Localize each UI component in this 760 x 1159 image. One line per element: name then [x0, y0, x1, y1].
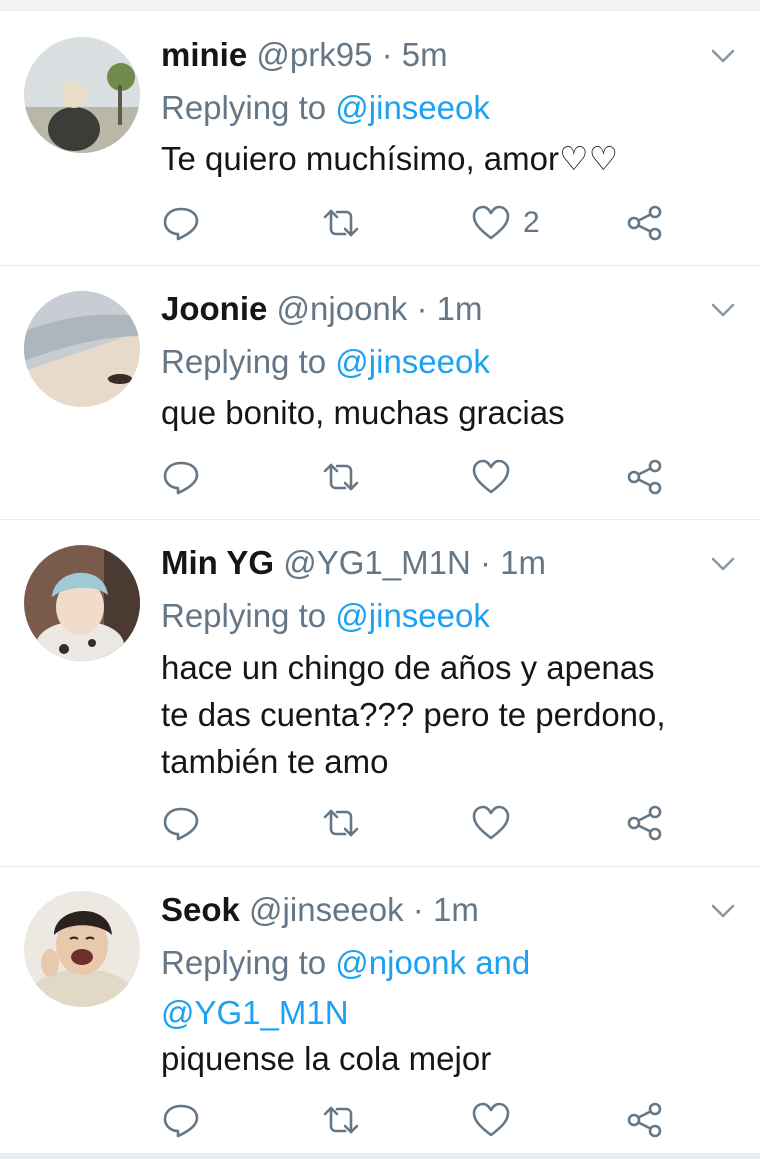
timestamp[interactable]: 1m: [433, 891, 479, 928]
tweet-text-line: te das cuenta??? pero te perdono,: [161, 696, 666, 733]
caret-down-icon[interactable]: [706, 293, 740, 327]
retweet-icon: [323, 809, 359, 837]
share-button[interactable]: [625, 801, 665, 845]
replying-to: Replying to @jinseeok: [161, 591, 721, 641]
timestamp[interactable]: 5m: [402, 36, 448, 73]
tweet-text: Te quiero muchísimo, amor♡♡: [161, 140, 619, 177]
tweet-seok[interactable]: Seok @jinseeok · 1m Replying to @njoonk …: [0, 867, 760, 1153]
reply-button[interactable]: [161, 201, 201, 245]
tweet-text: que bonito, muchas gracias: [161, 394, 565, 431]
top-divider: [0, 0, 760, 11]
display-name[interactable]: Min YG: [161, 544, 274, 581]
retweet-button[interactable]: [321, 455, 361, 499]
retweet-button[interactable]: [321, 801, 361, 845]
avatar[interactable]: [24, 545, 140, 661]
reply-icon: [163, 807, 199, 841]
share-button[interactable]: [625, 1098, 665, 1142]
display-name[interactable]: minie: [161, 36, 247, 73]
reply-button[interactable]: [161, 455, 201, 499]
caret-down-icon[interactable]: [706, 39, 740, 73]
tweet-minie[interactable]: minie @prk95 · 5m Replying to @jinseeok …: [0, 11, 760, 266]
replying-to-label: Replying to: [161, 944, 327, 981]
like-button[interactable]: 2: [471, 201, 540, 245]
reply-icon: [163, 461, 199, 495]
like-icon: [472, 459, 510, 494]
separator: ·: [479, 544, 491, 581]
tweet-text-line: también te amo: [161, 743, 389, 780]
like-count: 2: [523, 206, 540, 239]
share-icon: [627, 205, 662, 241]
share-icon: [627, 459, 662, 495]
caret-down-icon[interactable]: [706, 547, 740, 581]
share-icon: [627, 1102, 662, 1138]
reply-icon: [163, 207, 199, 241]
replying-to-label: Replying to: [161, 89, 327, 126]
share-button[interactable]: [625, 201, 665, 245]
retweet-button[interactable]: [321, 1098, 361, 1142]
bottom-divider: [0, 1153, 760, 1159]
user-handle[interactable]: @jinseeok: [249, 891, 404, 928]
replying-to-label: Replying to: [161, 343, 327, 380]
caret-down-icon[interactable]: [706, 894, 740, 928]
tweet-actions: [161, 1098, 681, 1142]
retweet-icon: [323, 209, 359, 237]
like-icon: [472, 1102, 510, 1137]
like-button[interactable]: [471, 801, 511, 845]
mention-link[interactable]: @jinseeok: [335, 597, 490, 634]
display-name[interactable]: Seok: [161, 891, 240, 928]
tweet-text-line: hace un chingo de años y apenas: [161, 649, 655, 686]
replying-to-label: Replying to: [161, 597, 327, 634]
tweet-text: piquense la cola mejor: [161, 1040, 492, 1077]
avatar[interactable]: [24, 291, 140, 407]
reply-button[interactable]: [161, 1098, 201, 1142]
display-name[interactable]: Joonie: [161, 290, 267, 327]
avatar[interactable]: [24, 891, 140, 1007]
retweet-button[interactable]: [321, 201, 361, 245]
like-icon: [472, 205, 510, 240]
replying-to: Replying to @jinseeok: [161, 83, 721, 133]
user-handle[interactable]: @njoonk: [277, 290, 408, 327]
timestamp[interactable]: 1m: [500, 544, 546, 581]
tweet-text: hace un chingo de años y apenas te das c…: [161, 644, 741, 785]
mention-link[interactable]: @YG1_M1N: [161, 988, 721, 1038]
tweet-actions: 2: [161, 201, 681, 245]
replying-to: Replying to @njoonk and @YG1_M1N: [161, 938, 721, 1038]
timestamp[interactable]: 1m: [437, 290, 483, 327]
mention-link[interactable]: @jinseeok: [335, 89, 490, 126]
reply-button[interactable]: [161, 801, 201, 845]
separator: ·: [412, 891, 424, 928]
user-handle[interactable]: @YG1_M1N: [283, 544, 471, 581]
retweet-icon: [323, 463, 359, 491]
separator: ·: [416, 290, 428, 327]
reply-icon: [163, 1104, 199, 1138]
retweet-icon: [323, 1106, 359, 1134]
tweet-actions: [161, 455, 681, 499]
user-handle[interactable]: @prk95: [256, 36, 372, 73]
share-icon: [627, 805, 662, 841]
share-button[interactable]: [625, 455, 665, 499]
like-button[interactable]: [471, 1098, 511, 1142]
avatar[interactable]: [24, 37, 140, 153]
like-button[interactable]: [471, 455, 511, 499]
mention-link[interactable]: @jinseeok: [335, 343, 490, 380]
replying-to: Replying to @jinseeok: [161, 337, 721, 387]
separator: ·: [381, 36, 393, 73]
tweet-joonie[interactable]: Joonie @njoonk · 1m Replying to @jinseeo…: [0, 266, 760, 520]
tweet-min-yg[interactable]: Min YG @YG1_M1N · 1m Replying to @jinsee…: [0, 520, 760, 867]
like-icon: [472, 805, 510, 840]
mention-link[interactable]: @njoonk and: [335, 944, 530, 981]
tweet-actions: [161, 801, 681, 845]
